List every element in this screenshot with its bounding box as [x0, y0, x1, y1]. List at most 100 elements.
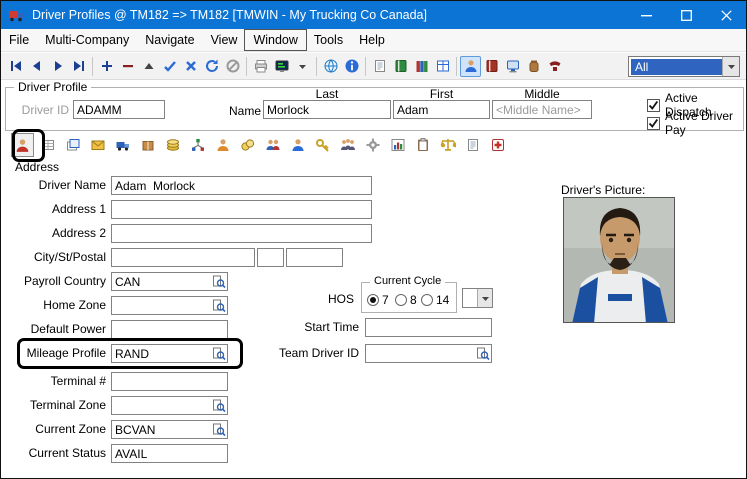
- tab-address-icon[interactable]: [11, 133, 34, 157]
- insert-record-icon[interactable]: [96, 56, 117, 77]
- maximize-button[interactable]: [666, 1, 706, 29]
- tab-mail-icon[interactable]: [86, 133, 109, 157]
- last-record-icon[interactable]: [68, 56, 89, 77]
- checkbox-check-icon: [647, 117, 660, 130]
- refresh-icon[interactable]: [201, 56, 222, 77]
- cycle-radio-7[interactable]: 7: [367, 293, 389, 307]
- info-icon[interactable]: [341, 56, 362, 77]
- terminal-number-input[interactable]: [111, 372, 228, 391]
- container-icon[interactable]: [523, 56, 544, 77]
- tab-coins-icon[interactable]: [236, 133, 259, 157]
- cycle-radio-8[interactable]: 8: [395, 293, 417, 307]
- payroll-country-lookup-icon[interactable]: [211, 274, 226, 289]
- menu-view[interactable]: View: [203, 30, 246, 50]
- current-zone-lookup-icon[interactable]: [211, 422, 226, 437]
- driver-id-input[interactable]: [73, 100, 165, 119]
- driver-name-input[interactable]: [111, 176, 372, 195]
- tab-user-blue-icon[interactable]: [286, 133, 309, 157]
- confirm-check-icon[interactable]: [159, 56, 180, 77]
- menu-window[interactable]: Window: [245, 30, 305, 50]
- menu-multi-company[interactable]: Multi-Company: [37, 30, 137, 50]
- tab-key-icon[interactable]: [311, 133, 334, 157]
- menu-file[interactable]: File: [1, 30, 37, 50]
- close-button[interactable]: [706, 1, 746, 29]
- terminal-zone-label: Terminal Zone: [3, 396, 106, 415]
- tab-notes-icon[interactable]: [461, 133, 484, 157]
- mileage-profile-lookup-icon[interactable]: [211, 346, 226, 361]
- next-record-icon[interactable]: [47, 56, 68, 77]
- filter-selected-value: All: [631, 59, 722, 75]
- city-input[interactable]: [111, 248, 255, 267]
- tab-equipment-icon[interactable]: [361, 133, 384, 157]
- team-driver-id-lookup-icon[interactable]: [475, 346, 490, 361]
- phone-icon[interactable]: [544, 56, 565, 77]
- screen-dropdown-arrow-icon[interactable]: [292, 56, 313, 77]
- last-name-input[interactable]: [263, 100, 391, 119]
- chevron-down-icon[interactable]: [477, 289, 492, 307]
- windows-grid-icon[interactable]: [432, 56, 453, 77]
- print-icon[interactable]: [250, 56, 271, 77]
- tab-users-icon[interactable]: [261, 133, 284, 157]
- menu-navigate[interactable]: Navigate: [137, 30, 202, 50]
- terminal-screen-icon[interactable]: [271, 56, 292, 77]
- books-icon[interactable]: [411, 56, 432, 77]
- terminal-zone-lookup-icon[interactable]: [211, 398, 226, 413]
- tab-network-icon[interactable]: [186, 133, 209, 157]
- current-zone-label: Current Zone: [3, 420, 106, 439]
- tab-cards-icon[interactable]: [61, 133, 84, 157]
- tab-grid-icon[interactable]: [36, 133, 59, 157]
- tab-package-icon[interactable]: [136, 133, 159, 157]
- ledger-icon[interactable]: [390, 56, 411, 77]
- start-time-input[interactable]: [365, 318, 492, 337]
- tab-clipboard-icon[interactable]: [411, 133, 434, 157]
- driver-icon[interactable]: [460, 56, 481, 77]
- tab-chart-icon[interactable]: [386, 133, 409, 157]
- default-power-input[interactable]: [111, 320, 228, 339]
- address2-input[interactable]: [111, 224, 372, 243]
- menu-help[interactable]: Help: [351, 30, 393, 50]
- cycle-8-label: 8: [410, 293, 417, 307]
- workstation-icon[interactable]: [502, 56, 523, 77]
- previous-record-icon[interactable]: [26, 56, 47, 77]
- middle-name-input[interactable]: [492, 100, 592, 119]
- cycle-radio-14[interactable]: 14: [421, 293, 449, 307]
- state-input[interactable]: [257, 248, 284, 267]
- radio-selected-icon: [367, 294, 379, 306]
- menu-bar: File Multi-Company Navigate View Window …: [1, 29, 746, 52]
- notes-icon[interactable]: [369, 56, 390, 77]
- cycle-dropdown[interactable]: [462, 288, 493, 308]
- tab-money-icon[interactable]: [161, 133, 184, 157]
- current-status-input[interactable]: [111, 444, 228, 463]
- team-driver-id-input[interactable]: [365, 344, 492, 363]
- tab-user-orange-icon[interactable]: [211, 133, 234, 157]
- address1-label: Address 1: [3, 200, 106, 219]
- home-zone-label: Home Zone: [3, 296, 106, 315]
- abort-icon[interactable]: [222, 56, 243, 77]
- first-record-icon[interactable]: [5, 56, 26, 77]
- tab-truck-icon[interactable]: [111, 133, 134, 157]
- minimize-button[interactable]: [626, 1, 666, 29]
- active-driver-pay-checkbox[interactable]: Active Driver Pay: [647, 109, 746, 137]
- tab-scale-icon[interactable]: [436, 133, 459, 157]
- delete-record-icon[interactable]: [117, 56, 138, 77]
- tab-team-icon[interactable]: [336, 133, 359, 157]
- toolbar-separator: [365, 57, 366, 76]
- postal-input[interactable]: [286, 248, 343, 267]
- cycle-7-label: 7: [382, 293, 389, 307]
- tab-medical-icon[interactable]: [486, 133, 509, 157]
- window-title: Driver Profiles @ TM182 => TM182 [TMWIN …: [32, 8, 427, 22]
- caret-up-icon[interactable]: [138, 56, 159, 77]
- chevron-down-icon[interactable]: [722, 57, 739, 76]
- mileage-profile-label: Mileage Profile: [3, 344, 106, 363]
- red-book-icon[interactable]: [481, 56, 502, 77]
- first-name-input[interactable]: [393, 100, 490, 119]
- driver-profiles-window: Driver Profiles @ TM182 => TM182 [TMWIN …: [0, 0, 747, 479]
- web-globe-icon[interactable]: [320, 56, 341, 77]
- address1-input[interactable]: [111, 200, 372, 219]
- app-icon: [8, 7, 24, 23]
- driver-profile-group-title: Driver Profile: [14, 80, 91, 94]
- home-zone-lookup-icon[interactable]: [211, 298, 226, 313]
- cancel-x-icon[interactable]: [180, 56, 201, 77]
- toolbar-filter-combo[interactable]: All: [628, 56, 740, 77]
- menu-tools[interactable]: Tools: [306, 30, 351, 50]
